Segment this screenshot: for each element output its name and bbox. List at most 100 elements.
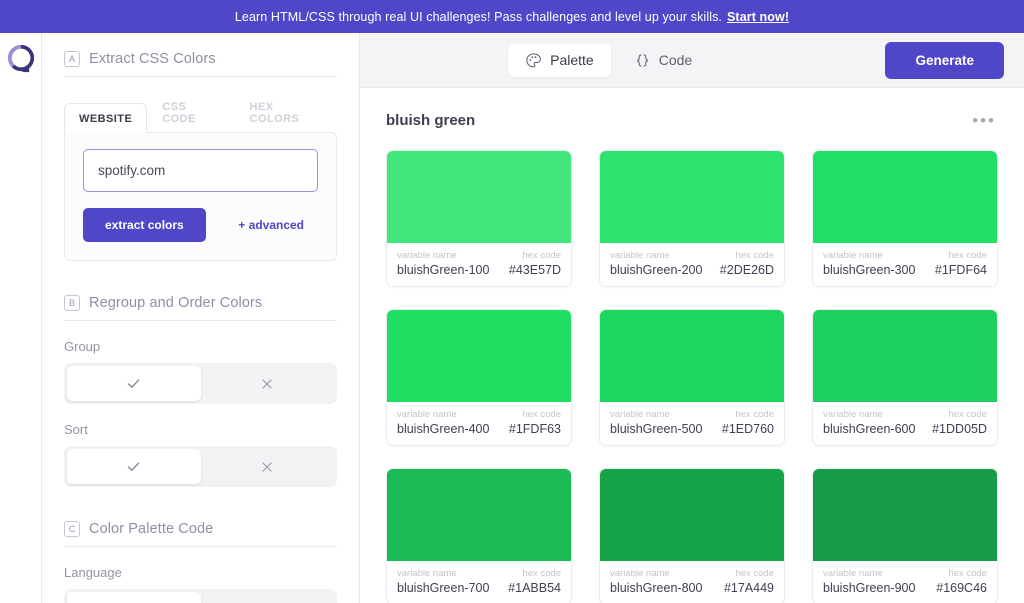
- group-toggle-yes[interactable]: [67, 366, 201, 401]
- content-header: Palette Code Generate: [360, 33, 1024, 88]
- swatch-card[interactable]: variable name hex code bluishGreen-300 #…: [812, 150, 998, 287]
- variable-name-caption: variable name: [823, 250, 883, 261]
- sort-field-label: Sort: [64, 422, 88, 437]
- swatch-meta: variable name hex code bluishGreen-800 #…: [600, 561, 784, 603]
- promo-start-now-link[interactable]: Start now!: [727, 10, 789, 24]
- extract-card: WEBSITE CSS CODE HEX COLORS extract colo…: [64, 91, 337, 261]
- swatch-meta: variable name hex code bluishGreen-100 #…: [387, 243, 571, 286]
- swatch-card[interactable]: variable name hex code bluishGreen-900 #…: [812, 468, 998, 603]
- sort-toggle-yes[interactable]: [67, 449, 201, 484]
- swatch-meta: variable name hex code bluishGreen-200 #…: [600, 243, 784, 286]
- swatch-card[interactable]: variable name hex code bluishGreen-500 #…: [599, 309, 785, 446]
- website-url-input[interactable]: [83, 149, 318, 192]
- left-sidebar: A Extract CSS Colors WEBSITE CSS CODE HE…: [42, 33, 360, 603]
- swatch-meta: variable name hex code bluishGreen-300 #…: [813, 243, 997, 286]
- swatch-card[interactable]: variable name hex code bluishGreen-800 #…: [599, 468, 785, 603]
- swatch-color: [387, 310, 571, 402]
- language-field-label: Language: [64, 565, 122, 580]
- advanced-options-link[interactable]: + advanced: [238, 218, 304, 232]
- group-toggle-no[interactable]: [201, 366, 335, 401]
- section-header-regroup: B Regroup and Order Colors: [64, 287, 337, 311]
- swatch-color: [813, 151, 997, 243]
- tab-palette[interactable]: Palette: [508, 43, 611, 77]
- section-divider-c: [64, 546, 337, 547]
- section-title-palette-code: Color Palette Code: [89, 521, 214, 537]
- section-header-palette-code: C Color Palette Code: [64, 513, 337, 537]
- swatch-variable-name: bluishGreen-600: [823, 422, 916, 436]
- section-badge-b: B: [64, 295, 80, 311]
- swatch-hex-code: #1DD05D: [932, 422, 987, 436]
- hex-code-caption: hex code: [948, 568, 987, 579]
- swatch-card[interactable]: variable name hex code bluishGreen-600 #…: [812, 309, 998, 446]
- section-title-extract: Extract CSS Colors: [89, 51, 216, 67]
- tab-website[interactable]: WEBSITE: [64, 103, 148, 133]
- more-options-icon[interactable]: •••: [970, 108, 998, 133]
- view-switch: Palette Code: [468, 43, 709, 77]
- code-braces-icon: [636, 54, 648, 66]
- hex-code-caption: hex code: [735, 409, 774, 420]
- extract-source-tabs: WEBSITE CSS CODE HEX COLORS: [64, 91, 337, 133]
- swatch-hex-code: #1ABB54: [508, 581, 561, 595]
- variable-name-caption: variable name: [397, 409, 457, 420]
- hex-code-caption: hex code: [522, 250, 561, 261]
- generate-button[interactable]: Generate: [885, 41, 1004, 79]
- palette-name: bluish green: [386, 112, 476, 129]
- swatch-hex-code: #43E57D: [508, 263, 561, 277]
- close-icon: [262, 461, 272, 472]
- section-title-regroup: Regroup and Order Colors: [89, 295, 263, 311]
- language-option-sass[interactable]: SASS: [201, 592, 335, 603]
- hex-code-caption: hex code: [735, 250, 774, 261]
- swatch-meta: variable name hex code bluishGreen-400 #…: [387, 402, 571, 445]
- hex-code-caption: hex code: [948, 409, 987, 420]
- swatch-color: [813, 310, 997, 402]
- swatch-card[interactable]: variable name hex code bluishGreen-200 #…: [599, 150, 785, 287]
- palette-title-row: bluish green •••: [386, 108, 998, 133]
- swatch-hex-code: #1FDF63: [508, 422, 561, 436]
- hex-code-caption: hex code: [948, 250, 987, 261]
- close-icon: [262, 378, 272, 389]
- swatch-variable-name: bluishGreen-800: [610, 581, 703, 595]
- swatch-color: [600, 151, 784, 243]
- extract-colors-button[interactable]: extract colors: [83, 208, 206, 242]
- swatch-card[interactable]: variable name hex code bluishGreen-700 #…: [386, 468, 572, 603]
- swatch-hex-code: #169C46: [936, 581, 987, 595]
- swatch-variable-name: bluishGreen-300: [823, 263, 916, 277]
- swatch-variable-name: bluishGreen-400: [397, 422, 490, 436]
- swatch-color: [387, 151, 571, 243]
- section-badge-a: A: [64, 51, 80, 67]
- swatch-card[interactable]: variable name hex code bluishGreen-100 #…: [386, 150, 572, 287]
- variable-name-caption: variable name: [823, 568, 883, 579]
- swatch-variable-name: bluishGreen-700: [397, 581, 490, 595]
- swatch-color: [600, 469, 784, 561]
- swatch-color: [387, 469, 571, 561]
- app-logo-icon[interactable]: [6, 43, 36, 73]
- swatch-meta: variable name hex code bluishGreen-600 #…: [813, 402, 997, 445]
- swatch-color: [813, 469, 997, 561]
- swatch-hex-code: #2DE26D: [719, 263, 774, 277]
- section-divider-a: [64, 76, 337, 77]
- promo-banner: Learn HTML/CSS through real UI challenge…: [0, 0, 1024, 33]
- logo-rail: [0, 33, 42, 603]
- variable-name-caption: variable name: [397, 568, 457, 579]
- swatch-color: [600, 310, 784, 402]
- app-shell: A Extract CSS Colors WEBSITE CSS CODE HE…: [0, 33, 1024, 603]
- hex-code-caption: hex code: [522, 568, 561, 579]
- section-divider-b: [64, 320, 337, 321]
- sort-toggle-no[interactable]: [201, 449, 335, 484]
- tab-code-label: Code: [658, 52, 693, 68]
- tab-hex-colors[interactable]: HEX COLORS: [235, 91, 337, 133]
- hex-code-caption: hex code: [735, 568, 774, 579]
- tab-css-code[interactable]: CSS CODE: [147, 91, 234, 133]
- promo-banner-text: Learn HTML/CSS through real UI challenge…: [234, 9, 722, 24]
- section-badge-c: C: [64, 521, 80, 537]
- content-area: Palette Code Generate bluish green ••• v…: [360, 33, 1024, 603]
- swatch-variable-name: bluishGreen-900: [823, 581, 916, 595]
- tab-palette-label: Palette: [550, 52, 594, 68]
- swatch-hex-code: #17A449: [723, 581, 774, 595]
- swatch-variable-name: bluishGreen-200: [610, 263, 703, 277]
- hex-code-caption: hex code: [522, 409, 561, 420]
- language-option-css[interactable]: CSS: [67, 592, 201, 603]
- tab-code[interactable]: Code: [617, 44, 709, 77]
- check-icon: [128, 462, 140, 471]
- swatch-card[interactable]: variable name hex code bluishGreen-400 #…: [386, 309, 572, 446]
